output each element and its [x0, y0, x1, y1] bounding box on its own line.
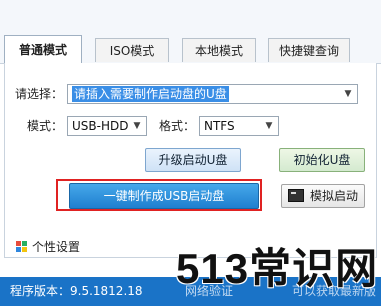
highlight-frame: [56, 179, 262, 211]
tab-hotkey-lookup[interactable]: 快捷键查询: [268, 38, 350, 62]
init-usb-button[interactable]: 初始化U盘: [279, 148, 365, 172]
tab-normal-mode[interactable]: 普通模式: [4, 35, 82, 64]
chevron-down-icon: ▼: [265, 121, 273, 131]
chevron-down-icon: ▼: [133, 121, 141, 131]
app-window: 普通模式 ISO模式 本地模式 快捷键查询 请选择： 请插入需要制作启动盘的U盘…: [0, 0, 381, 306]
format-select-value: NTFS: [204, 119, 235, 133]
site-watermark: 513常识网: [176, 245, 379, 292]
device-select[interactable]: 请插入需要制作启动盘的U盘 ▼: [67, 84, 358, 104]
main-panel: 请选择： 请插入需要制作启动盘的U盘 ▼ 模式： USB-HDD ▼ 格式： N…: [4, 63, 377, 258]
tab-iso-mode[interactable]: ISO模式: [95, 38, 169, 62]
upgrade-boot-usb-button[interactable]: 升级启动U盘: [145, 148, 241, 172]
monitor-icon: [287, 189, 304, 202]
chevron-down-icon: ▼: [344, 89, 352, 99]
tab-local-mode[interactable]: 本地模式: [182, 38, 256, 62]
personal-settings-link[interactable]: 个性设置: [16, 239, 80, 255]
simulate-boot-button[interactable]: 模拟启动: [281, 184, 365, 208]
device-label: 请选择：: [15, 87, 64, 101]
mode-label: 模式：: [27, 119, 64, 133]
grid-icon: [16, 241, 28, 253]
program-version: 程序版本：9.5.1812.18: [10, 284, 143, 298]
personal-settings-label: 个性设置: [32, 240, 81, 254]
device-select-value: 请插入需要制作启动盘的U盘: [72, 86, 229, 102]
format-select[interactable]: NTFS ▼: [199, 116, 279, 136]
mode-select-value: USB-HDD: [72, 119, 129, 133]
tab-bar: 普通模式 ISO模式 本地模式 快捷键查询: [0, 0, 381, 64]
mode-select[interactable]: USB-HDD ▼: [67, 116, 147, 136]
simulate-boot-label: 模拟启动: [309, 189, 358, 203]
format-label: 格式：: [159, 119, 196, 133]
